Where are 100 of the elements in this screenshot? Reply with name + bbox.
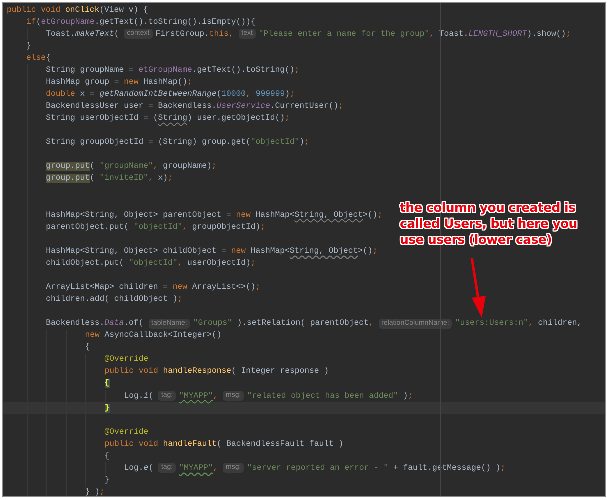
string-literal: "Groups": [193, 319, 232, 328]
method-name: onClick: [66, 6, 100, 15]
method-call: e: [144, 464, 149, 473]
code-text: HashMap<String, Object> parentObject =: [46, 210, 232, 220]
static-member: LENGTH_SHORT: [468, 30, 528, 39]
code-text: parentObject.put(: [46, 222, 130, 232]
code-text: groupObjectId): [192, 222, 261, 232]
method-name: handleFault: [163, 440, 217, 449]
code-text: (: [114, 30, 120, 39]
string-literal: "objectId": [128, 258, 178, 268]
code-text: group.put: [46, 174, 90, 184]
code-text: x): [158, 174, 168, 184]
keyword: new: [124, 78, 140, 87]
code-text: (: [148, 392, 155, 401]
code-text: x =: [80, 90, 96, 99]
code-text: {: [46, 54, 51, 63]
code-text: }: [104, 476, 110, 485]
code-text: ) user.getObjectId(): [188, 114, 286, 124]
code-text: (: [216, 90, 222, 99]
code-text: {: [104, 379, 110, 388]
number-literal: 999999: [256, 90, 286, 99]
keyword: ;: [285, 114, 290, 124]
keyword: ;: [294, 66, 300, 75]
code-text: {: [85, 343, 90, 352]
keyword: ,: [213, 392, 220, 401]
keyword: new: [236, 210, 252, 220]
code-text: HashMap(): [144, 78, 188, 87]
keyword: ,: [213, 464, 220, 473]
code-editor[interactable]: [2, 2, 606, 497]
code-text: } ): [85, 488, 100, 496]
string-literal: "groupName": [100, 162, 154, 172]
annotation: @Override: [104, 355, 149, 364]
code-text: userObjectId): [188, 258, 251, 268]
code-text: HashMap group =: [46, 78, 120, 87]
keyword: ;: [260, 222, 266, 232]
keyword: ,: [368, 319, 375, 328]
code-text: HashMap<: [250, 246, 290, 256]
code-text: children,: [538, 319, 582, 328]
field-name: etGroupName: [41, 18, 95, 27]
code-text: Backendless.: [46, 319, 105, 328]
method-call: i: [144, 392, 149, 401]
keyword: ,: [178, 258, 184, 268]
keyword: public void: [104, 440, 160, 449]
code-text: FirstGroup.: [156, 30, 210, 39]
field-name: etGroupName: [138, 66, 192, 75]
string-literal: "inviteID": [100, 174, 149, 184]
code-text: Log.: [124, 392, 144, 401]
keyword: ;: [408, 392, 414, 401]
code-text: String: [158, 114, 188, 124]
code-text: ).setRelation( parentObject: [236, 319, 369, 328]
keyword: ;: [566, 30, 572, 39]
code-text: children.add( childObject ): [46, 295, 178, 304]
code-text: .getText().toString(): [192, 66, 295, 75]
keyword: ;: [212, 162, 217, 172]
keyword: ,: [148, 174, 154, 184]
code-text: ArrayList<Map> children =: [46, 282, 169, 292]
code-text: groupName): [163, 162, 212, 172]
keyword: ;: [378, 210, 383, 220]
code-text: + fault.getMessage() ): [392, 464, 501, 473]
code-text: ArrayList<>(): [192, 282, 256, 292]
keyword: ;: [500, 464, 506, 473]
code-text: (: [90, 162, 96, 172]
code-text: .getText().toString().isEmpty()){: [94, 18, 256, 27]
keyword: ;: [304, 138, 310, 148]
code-text: {: [104, 452, 110, 461]
keyword: ,: [182, 222, 189, 232]
keyword: ,: [246, 90, 252, 99]
string-literal: "objectId": [250, 138, 300, 148]
keyword: ;: [250, 258, 256, 268]
keyword: ;: [372, 246, 378, 256]
code-text: childObject.put(: [46, 258, 126, 268]
keyword: new: [172, 282, 189, 292]
method-name: handleResponse: [163, 367, 232, 376]
code-text: ( BackendlessFault fault ): [216, 440, 344, 449]
code-text: Toast.: [439, 30, 469, 39]
string-literal: "related object has been added": [247, 392, 398, 401]
code-text: HashMap<String, Object> childObject =: [46, 246, 228, 256]
keyword: ,: [430, 30, 436, 39]
code-text: >(): [363, 210, 378, 220]
static-member: UserService: [216, 102, 270, 112]
code-text: BackendlessUser user = Backendless.: [46, 102, 217, 112]
number-literal: 10000: [222, 90, 246, 99]
keyword: else: [26, 54, 46, 63]
string-literal: "MYAPP": [179, 464, 214, 473]
code-text: >(): [358, 246, 373, 256]
code-text: String userObjectId = (: [46, 114, 158, 124]
code-text: ): [402, 392, 408, 401]
code-text: Toast.: [46, 30, 76, 39]
keyword: ;: [290, 90, 295, 99]
code-text: AsyncCallback<Integer>(): [104, 331, 222, 340]
keyword: if: [26, 18, 36, 27]
code-text: (: [36, 18, 42, 27]
code-text: group.put: [46, 162, 90, 172]
code-text: ( Integer response ): [232, 367, 330, 376]
string-literal: "server reported an error - ": [247, 464, 389, 473]
method-call: makeText: [75, 30, 114, 39]
keyword: ;: [188, 78, 192, 87]
keyword: public void: [104, 367, 160, 376]
code-text: ): [300, 138, 305, 148]
annotation: @Override: [104, 428, 149, 437]
